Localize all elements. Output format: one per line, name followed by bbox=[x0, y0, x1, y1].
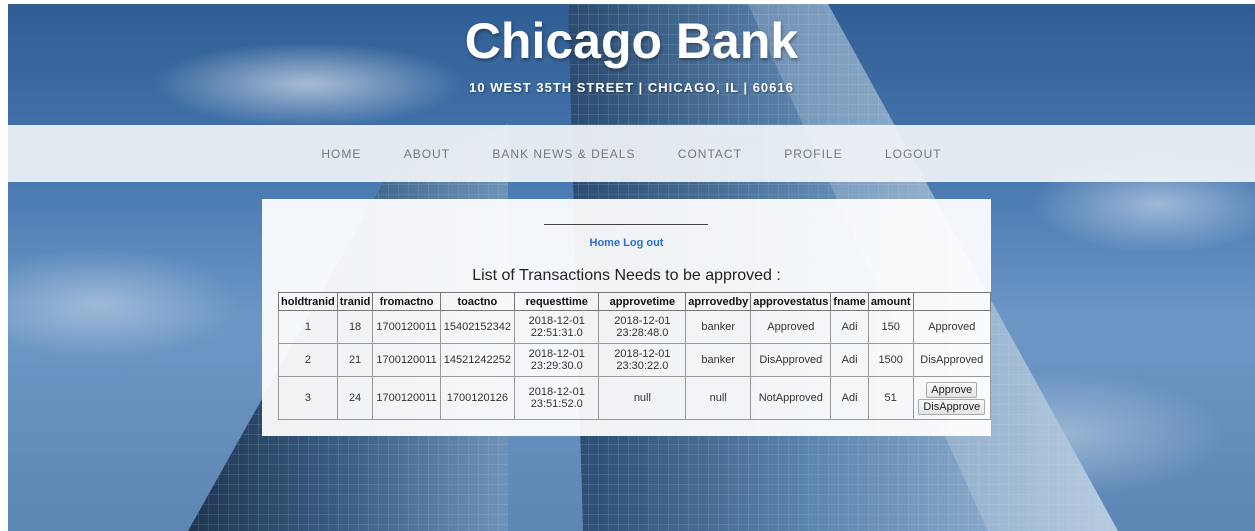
approvetime-time: 23:28:48.0 bbox=[616, 327, 669, 339]
cell-approvestatus: DisApproved bbox=[750, 343, 832, 377]
cell-fromactno: 1700120011 bbox=[372, 343, 441, 377]
site-title: Chicago Bank bbox=[464, 13, 799, 69]
table-row: 2 21 1700120011 14521242252 2018-12-01 2… bbox=[278, 343, 992, 377]
cell-approvetime: 2018-12-01 23:28:48.0 bbox=[598, 310, 687, 344]
requesttime-date: 2018-12-01 bbox=[528, 348, 585, 360]
cell-aprrovedby: banker bbox=[685, 343, 752, 377]
cell-toactno: 14521242252 bbox=[439, 343, 516, 377]
col-amount: amount bbox=[867, 292, 914, 311]
approvetime-date: 2018-12-01 bbox=[614, 315, 671, 327]
table-header-row: holdtranid tranid fromactno toactno requ… bbox=[278, 292, 992, 311]
col-approvestatus: approvestatus bbox=[750, 292, 832, 311]
nav-item-home[interactable]: HOME bbox=[321, 147, 361, 161]
cell-holdtranid: 2 bbox=[278, 343, 338, 377]
nav-bar: HOME ABOUT BANK NEWS & DEALS CONTACT PRO… bbox=[8, 125, 1255, 182]
table-row: 3 24 1700120011 1700120126 2018-12-01 23… bbox=[278, 376, 992, 420]
cell-action-status: Approved bbox=[912, 310, 992, 344]
nav-item-bank-news-deals[interactable]: BANK NEWS & DEALS bbox=[492, 147, 635, 161]
col-tranid: tranid bbox=[336, 292, 374, 311]
approvetime-date: 2018-12-01 bbox=[614, 348, 671, 360]
nav-item-about[interactable]: ABOUT bbox=[404, 147, 450, 161]
transactions-table: holdtranid tranid fromactno toactno requ… bbox=[278, 292, 992, 420]
cell-approvestatus: NotApproved bbox=[750, 376, 832, 420]
cell-amount: 51 bbox=[867, 376, 914, 420]
col-holdtranid: holdtranid bbox=[278, 292, 338, 311]
list-title: List of Transactions Needs to be approve… bbox=[472, 267, 781, 284]
home-link[interactable]: Home bbox=[590, 237, 621, 249]
col-fromactno: fromactno bbox=[372, 292, 441, 311]
requesttime-date: 2018-12-01 bbox=[528, 315, 585, 327]
approve-button[interactable]: Approve bbox=[926, 381, 978, 398]
cell-tranid: 24 bbox=[336, 376, 374, 420]
cell-toactno: 15402152342 bbox=[439, 310, 516, 344]
requesttime-time: 23:51:52.0 bbox=[530, 398, 583, 410]
cell-requesttime: 2018-12-01 22:51:31.0 bbox=[514, 310, 600, 344]
site-address: 10 WEST 35TH STREET | CHICAGO, IL | 6061… bbox=[469, 80, 794, 95]
logout-link[interactable]: Log out bbox=[623, 237, 663, 249]
cell-holdtranid: 3 bbox=[278, 376, 338, 420]
cell-tranid: 18 bbox=[336, 310, 374, 344]
cell-fname: Adi bbox=[830, 310, 869, 344]
cell-approvetime: 2018-12-01 23:30:22.0 bbox=[598, 343, 687, 377]
site-header: Chicago Bank 10 WEST 35TH STREET | CHICA… bbox=[8, 4, 1255, 124]
approvetime-time: 23:30:22.0 bbox=[616, 360, 669, 372]
col-aprrovedby: aprrovedby bbox=[685, 292, 752, 311]
cell-toactno: 1700120126 bbox=[439, 376, 516, 420]
cell-approvetime: null bbox=[598, 376, 687, 420]
cell-aprrovedby: null bbox=[685, 376, 752, 420]
cell-tranid: 21 bbox=[336, 343, 374, 377]
col-action bbox=[912, 292, 992, 311]
cell-amount: 150 bbox=[867, 310, 914, 344]
cell-amount: 1500 bbox=[867, 343, 914, 377]
requesttime-date: 2018-12-01 bbox=[528, 386, 585, 398]
cell-fromactno: 1700120011 bbox=[372, 310, 441, 344]
panel-links: Home Log out bbox=[262, 237, 991, 249]
cell-action-buttons: Approve DisApprove bbox=[912, 376, 992, 420]
col-requesttime: requesttime bbox=[514, 292, 600, 311]
cell-holdtranid: 1 bbox=[278, 310, 338, 344]
cell-approvestatus: Approved bbox=[750, 310, 832, 344]
requesttime-time: 22:51:31.0 bbox=[530, 327, 583, 339]
cell-fromactno: 1700120011 bbox=[372, 376, 441, 420]
cell-requesttime: 2018-12-01 23:51:52.0 bbox=[514, 376, 600, 420]
nav-item-logout[interactable]: LOGOUT bbox=[885, 147, 942, 161]
col-toactno: toactno bbox=[439, 292, 516, 311]
table-row: 1 18 1700120011 15402152342 2018-12-01 2… bbox=[278, 310, 992, 344]
cell-fname: Adi bbox=[830, 376, 869, 420]
cell-requesttime: 2018-12-01 23:29:30.0 bbox=[514, 343, 600, 377]
requesttime-time: 23:29:30.0 bbox=[530, 360, 583, 372]
nav-item-contact[interactable]: CONTACT bbox=[678, 147, 742, 161]
disapprove-button[interactable]: DisApprove bbox=[918, 398, 986, 415]
col-fname: fname bbox=[830, 292, 869, 311]
cell-action-status: DisApproved bbox=[912, 343, 992, 377]
col-approvetime: approvetime bbox=[598, 292, 687, 311]
nav-list: HOME ABOUT BANK NEWS & DEALS CONTACT PRO… bbox=[8, 147, 1255, 161]
nav-item-profile[interactable]: PROFILE bbox=[784, 147, 842, 161]
cell-fname: Adi bbox=[830, 343, 869, 377]
cell-aprrovedby: banker bbox=[685, 310, 752, 344]
content-panel: Home Log out List of Transactions Needs … bbox=[262, 199, 992, 436]
divider-line bbox=[544, 224, 708, 225]
